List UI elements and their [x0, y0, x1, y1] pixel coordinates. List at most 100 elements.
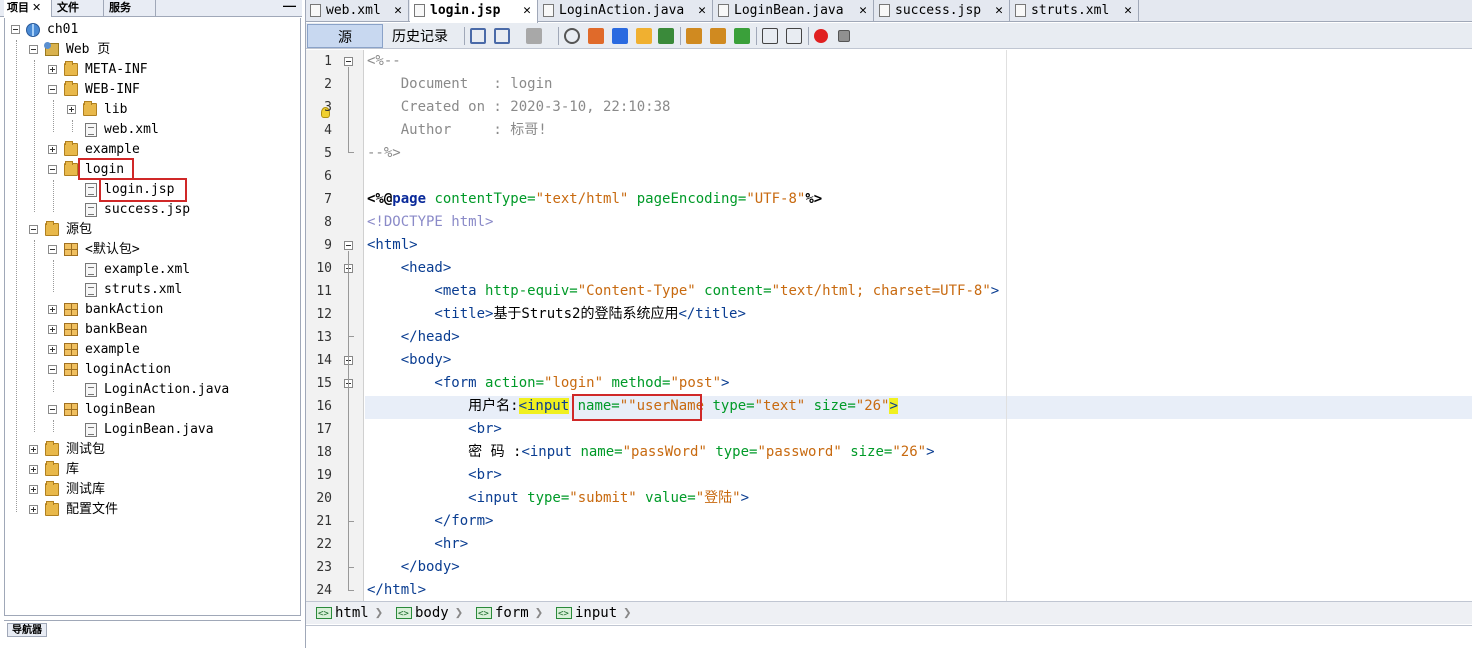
close-icon[interactable]: ✕ [995, 0, 1003, 22]
tree-item-example-xml[interactable]: example.xml [5, 260, 295, 280]
code-editor[interactable]: <%-- Document : login Created on : 2020-… [365, 50, 1472, 601]
expand-icon[interactable] [48, 345, 57, 354]
tree-item-default-package[interactable]: <默认包> [5, 240, 295, 260]
tree-item-bankaction[interactable]: bankAction [5, 300, 295, 320]
breadcrumb-item-html[interactable]: html❯ [314, 602, 383, 625]
stop-macro-icon[interactable] [838, 30, 850, 42]
line-number: 7 [324, 192, 332, 207]
previous-bookmark-icon[interactable] [686, 28, 702, 44]
tab-loginbean-java[interactable]: LoginBean.java ✕ [714, 0, 874, 22]
tree-item-loginbean-java[interactable]: LoginBean.java [5, 420, 295, 440]
expand-icon[interactable] [48, 65, 57, 74]
tab-services[interactable]: 服务 [106, 0, 156, 17]
web-project-icon [26, 23, 40, 37]
tree-item-test-packages[interactable]: 测试包 [5, 440, 295, 460]
collapse-icon[interactable] [29, 225, 38, 234]
tab-struts-xml[interactable]: struts.xml ✕ [1011, 0, 1139, 22]
collapse-icon[interactable] [48, 85, 57, 94]
expand-icon[interactable] [67, 105, 76, 114]
line-number: 17 [316, 422, 332, 437]
expand-icon[interactable] [29, 485, 38, 494]
tree-item-web-pages[interactable]: Web 页 [5, 40, 295, 60]
tab-loginaction-java[interactable]: LoginAction.java ✕ [539, 0, 713, 22]
tab-files[interactable]: 文件 [54, 0, 104, 17]
tree-item-struts-xml[interactable]: struts.xml [5, 280, 295, 300]
forward-icon[interactable] [494, 28, 510, 44]
expand-icon[interactable] [29, 505, 38, 514]
history-view-button[interactable]: 历史记录 [386, 24, 454, 48]
minimize-icon[interactable]: — [283, 0, 296, 13]
line-number: 8 [324, 215, 332, 230]
shift-left-icon[interactable] [762, 28, 778, 44]
tree-item-success-jsp[interactable]: success.jsp [5, 200, 295, 220]
tab-success-jsp[interactable]: success.jsp ✕ [875, 0, 1010, 22]
find-icon[interactable] [564, 28, 580, 44]
tree-item-lib[interactable]: lib [5, 100, 295, 120]
tab-web-xml[interactable]: web.xml ✕ [306, 0, 409, 22]
chevron-right-icon: ❯ [534, 605, 544, 621]
close-icon[interactable]: ✕ [1124, 0, 1132, 22]
tree-item-loginaction[interactable]: loginAction [5, 360, 295, 380]
tree-item-web-inf[interactable]: WEB-INF [5, 80, 295, 100]
collapse-icon[interactable] [11, 25, 20, 34]
tree-item-bankbean[interactable]: bankBean [5, 320, 295, 340]
start-macro-icon[interactable] [814, 29, 828, 43]
toggle-highlight-icon[interactable] [636, 28, 652, 44]
line-number: 19 [316, 468, 332, 483]
select-icon[interactable] [658, 28, 674, 44]
close-icon[interactable]: ✕ [394, 0, 402, 22]
fold-icon[interactable] [344, 57, 353, 66]
code-line-13: </head> [367, 329, 460, 345]
close-icon[interactable]: ✕ [32, 2, 41, 14]
tab-projects[interactable]: 项目 ✕ [4, 0, 52, 17]
collapse-icon[interactable] [48, 165, 57, 174]
breadcrumb-item-form[interactable]: form❯ [474, 602, 544, 625]
tree-item-libraries[interactable]: 库 [5, 460, 295, 480]
tab-navigator[interactable]: 导航器 [7, 623, 47, 637]
close-icon[interactable]: ✕ [859, 0, 867, 22]
tree-item-ch01[interactable]: ch01 [5, 20, 295, 40]
tree-item-web-xml[interactable]: web.xml [5, 120, 295, 140]
tree-item-loginbean[interactable]: loginBean [5, 400, 295, 420]
breadcrumb-item-input[interactable]: input❯ [554, 602, 632, 625]
breadcrumb-item-body[interactable]: body❯ [394, 602, 463, 625]
close-icon[interactable]: ✕ [698, 0, 706, 22]
expand-icon[interactable] [48, 145, 57, 154]
find-previous-icon[interactable] [588, 28, 604, 44]
tree-item-meta-inf[interactable]: META-INF [5, 60, 295, 80]
last-edit-icon[interactable] [526, 28, 542, 44]
collapse-icon[interactable] [48, 405, 57, 414]
line-number: 22 [316, 537, 332, 552]
collapse-icon[interactable] [29, 45, 38, 54]
package-icon [64, 243, 78, 256]
web-folder-icon [44, 42, 59, 56]
shift-right-icon[interactable] [786, 28, 802, 44]
expand-icon[interactable] [48, 305, 57, 314]
tree-item-example-package[interactable]: example [5, 340, 295, 360]
back-icon[interactable] [470, 28, 486, 44]
source-view-button[interactable]: 源 [307, 24, 383, 48]
tree-item-source-packages[interactable]: 源包 [5, 220, 295, 240]
find-next-icon[interactable] [612, 28, 628, 44]
collapse-icon[interactable] [48, 245, 57, 254]
toggle-bookmark-icon[interactable] [734, 28, 750, 44]
package-icon [64, 343, 78, 356]
expand-icon[interactable] [29, 445, 38, 454]
close-icon[interactable]: ✕ [523, 0, 531, 22]
next-bookmark-icon[interactable] [710, 28, 726, 44]
folder-icon [45, 441, 59, 456]
line-number: 20 [316, 491, 332, 506]
tree-item-login-folder[interactable]: login [5, 160, 295, 180]
tree-item-loginaction-java[interactable]: LoginAction.java [5, 380, 295, 400]
tree-item-example-folder[interactable]: example [5, 140, 295, 160]
expand-icon[interactable] [29, 465, 38, 474]
tree-item-config-files[interactable]: 配置文件 [5, 500, 295, 520]
expand-icon[interactable] [48, 325, 57, 334]
collapse-icon[interactable] [48, 365, 57, 374]
tree-item-test-libraries[interactable]: 测试库 [5, 480, 295, 500]
projects-panel: 项目 ✕ 文件 服务 — ch01 Web 页 META-INF WEB-INF… [0, 0, 302, 648]
fold-icon[interactable] [344, 241, 353, 250]
xml-file-icon [310, 4, 321, 17]
tab-login-jsp[interactable]: login.jsp ✕ [410, 0, 538, 23]
code-line-2: Document : login [367, 76, 553, 92]
